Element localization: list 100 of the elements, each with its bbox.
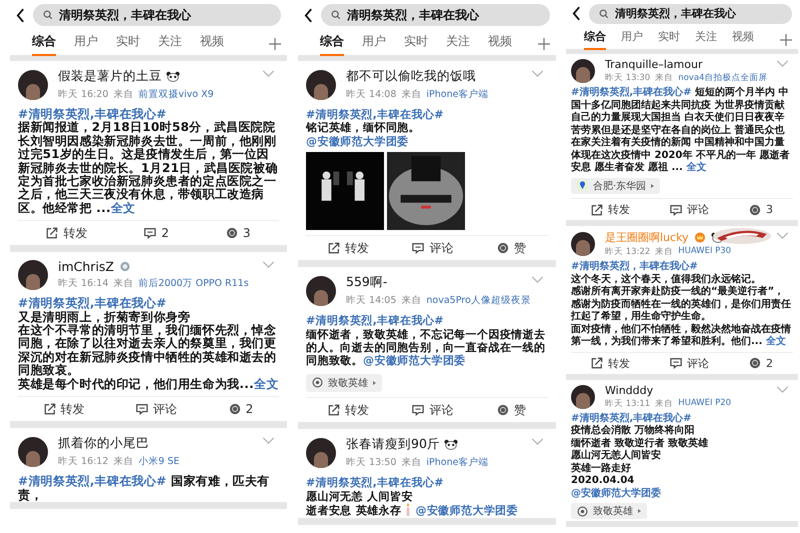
avatar[interactable] <box>571 384 595 408</box>
avatar[interactable] <box>18 70 48 100</box>
repost-button[interactable]: 转发 <box>46 224 88 242</box>
topic-chip[interactable]: 合肥·东华园 <box>571 178 660 194</box>
user-name[interactable]: 张春请瘦到90斤 <box>346 436 440 454</box>
tab[interactable]: 综合 <box>32 32 56 56</box>
hashtag-link[interactable]: #清明祭英烈,丰碑在我心# <box>306 108 444 121</box>
device-source[interactable]: 前后2000万 OPPO R11s <box>138 277 249 290</box>
like-button[interactable]: 2 <box>749 356 773 370</box>
like-button[interactable]: 赞 <box>497 402 526 419</box>
like-button[interactable]: 赞 <box>497 240 526 257</box>
add-icon[interactable] <box>538 38 550 50</box>
user-name[interactable]: 抓着你的小尾巴 <box>58 435 149 452</box>
panda-icon <box>166 71 180 82</box>
device-source[interactable]: 前置双摄vivo X9 <box>138 88 214 101</box>
hashtag-link[interactable]: #清明祭英烈,丰碑在我心# <box>306 314 444 328</box>
mention-link[interactable]: @安徽师范大学团委 <box>571 488 661 498</box>
avatar[interactable] <box>571 59 595 83</box>
tab[interactable]: 综合 <box>320 32 344 56</box>
share-icon <box>328 242 340 254</box>
avatar[interactable] <box>306 276 336 306</box>
tab[interactable]: 关注 <box>158 32 182 56</box>
hashtag-link[interactable]: #清明祭英烈，丰碑在我心# <box>571 261 698 272</box>
device-source[interactable]: nova5Pro人像超级夜景 <box>426 294 531 308</box>
device-source[interactable]: 小米9 SE <box>138 455 180 468</box>
hashtag-link[interactable]: #清明祭英烈,丰碑在我心# <box>18 474 167 488</box>
mention-link[interactable]: @安徽师范大学团委 <box>415 504 518 518</box>
post-text: 在这个不寻常的清明节里，我们缅怀先烈，悼念同胞，在除了以往对逝去亲人的祭奠里，我们更深沉的对在新冠肺炎疫情中牺牲的英雄和逝去的同胞致哀。 <box>18 324 278 378</box>
tab[interactable]: 综合 <box>584 29 606 50</box>
tab[interactable]: 实时 <box>404 32 428 56</box>
hashtag-link[interactable]: #清明祭英烈,丰碑在我心# <box>18 107 167 121</box>
tab[interactable]: 视频 <box>732 29 754 50</box>
user-name[interactable]: Windddy <box>605 384 654 396</box>
device-source[interactable]: HUAWEI P20 <box>678 398 732 410</box>
like-button[interactable]: 3 <box>226 226 251 240</box>
avatar[interactable] <box>571 232 595 256</box>
comment-button[interactable]: 评论 <box>412 402 454 419</box>
repost-button[interactable]: 转发 <box>591 356 630 370</box>
user-name[interactable]: Tranquille–lamour <box>605 58 702 71</box>
back-icon[interactable] <box>304 8 313 22</box>
tab[interactable]: 用户 <box>362 32 386 56</box>
tab[interactable]: 视频 <box>488 32 512 56</box>
search-field[interactable]: 清明祭英烈，丰碑在我心 <box>321 4 550 26</box>
user-name[interactable]: 都不可以偷吃我的饭哦 <box>346 68 476 85</box>
tab[interactable]: 实时 <box>658 29 680 50</box>
avatar[interactable] <box>18 436 48 467</box>
device-source[interactable]: HUAWEI P30 <box>678 246 732 258</box>
tab[interactable]: 用户 <box>74 32 98 56</box>
device-source[interactable]: nova4自拍极点全面屏 <box>678 72 768 84</box>
post-text: 感谢所有离开家奔赴防疫一线的“最美逆行者”，感谢为防疫而牺牲在一线的英雄们，是你们用责任扛起了希望，用生命守护生命。 <box>571 286 792 323</box>
post-text: 这个冬天，这个春天，值得我们永远铭记。 <box>571 274 762 285</box>
topic-chip[interactable]: 致敬英雄 <box>306 374 382 392</box>
hashtag-link[interactable]: #清明祭英烈,丰碑在我心# <box>306 476 444 490</box>
hashtag-link[interactable]: #清明祭英烈,丰碑在我心# <box>571 412 692 424</box>
add-icon[interactable] <box>269 38 281 50</box>
comment-button[interactable]: 2 <box>144 226 169 240</box>
comment-button[interactable]: 评论 <box>412 240 454 257</box>
post-time: 昨天 13:30 <box>605 72 650 84</box>
hashtag-link[interactable]: #清明祭英烈,丰碑在我心# <box>571 87 692 98</box>
search-field[interactable]: 清明祭英烈，丰碑在我心 <box>589 4 792 24</box>
repost-button[interactable]: 转发 <box>328 402 369 419</box>
repost-button[interactable]: 转发 <box>328 240 369 257</box>
like-button[interactable]: 2 <box>228 402 254 416</box>
device-source[interactable]: iPhone客户端 <box>426 456 488 470</box>
mention-link[interactable]: @安徽师范大学团委 <box>306 134 409 148</box>
mention-link[interactable]: @安徽师范大学团委 <box>363 354 466 368</box>
comment-button[interactable]: 评论 <box>670 356 709 370</box>
search-field[interactable]: 清明祭英烈，丰碑在我心 <box>33 4 281 26</box>
avatar[interactable] <box>306 70 336 100</box>
user-name[interactable]: 559啊- <box>346 274 388 292</box>
back-icon[interactable] <box>16 8 25 22</box>
full-text-link[interactable]: 全文 <box>254 376 279 391</box>
like-button[interactable]: 3 <box>749 203 773 216</box>
full-text-link[interactable]: 全文 <box>766 336 786 347</box>
user-name[interactable]: 假装是薯片的土豆 <box>58 68 162 85</box>
full-text-link[interactable]: 全文 <box>686 162 706 173</box>
device-source[interactable]: iPhone客户端 <box>426 88 488 101</box>
tab[interactable]: 实时 <box>116 32 140 56</box>
full-text-link[interactable]: 全文 <box>110 200 136 215</box>
like-icon <box>228 403 241 416</box>
comment-button[interactable]: 评论 <box>670 202 709 217</box>
repost-button[interactable]: 转发 <box>591 202 630 217</box>
avatar[interactable] <box>306 438 336 468</box>
topic-chip[interactable]: 致敬英雄 <box>571 503 647 519</box>
tab[interactable]: 关注 <box>695 29 717 50</box>
avatar[interactable] <box>18 260 48 290</box>
post-time: 昨天 14:08 <box>346 88 396 101</box>
tab[interactable]: 关注 <box>446 32 470 56</box>
comment-icon <box>412 404 424 416</box>
like-icon <box>497 242 510 254</box>
tab[interactable]: 视频 <box>200 32 224 56</box>
user-name[interactable]: imChrisZ <box>58 259 114 274</box>
from-label: 来自 <box>655 72 674 84</box>
hashtag-link[interactable]: #清明祭英烈,丰碑在我心# <box>18 296 167 310</box>
back-icon[interactable] <box>572 6 581 21</box>
post-text: 逝者安息 英雄永存 @安徽师范大学团委 <box>306 503 520 518</box>
tab[interactable]: 用户 <box>621 29 643 50</box>
add-icon[interactable] <box>780 34 792 46</box>
comment-button[interactable]: 评论 <box>136 400 178 418</box>
repost-button[interactable]: 转发 <box>44 400 85 418</box>
